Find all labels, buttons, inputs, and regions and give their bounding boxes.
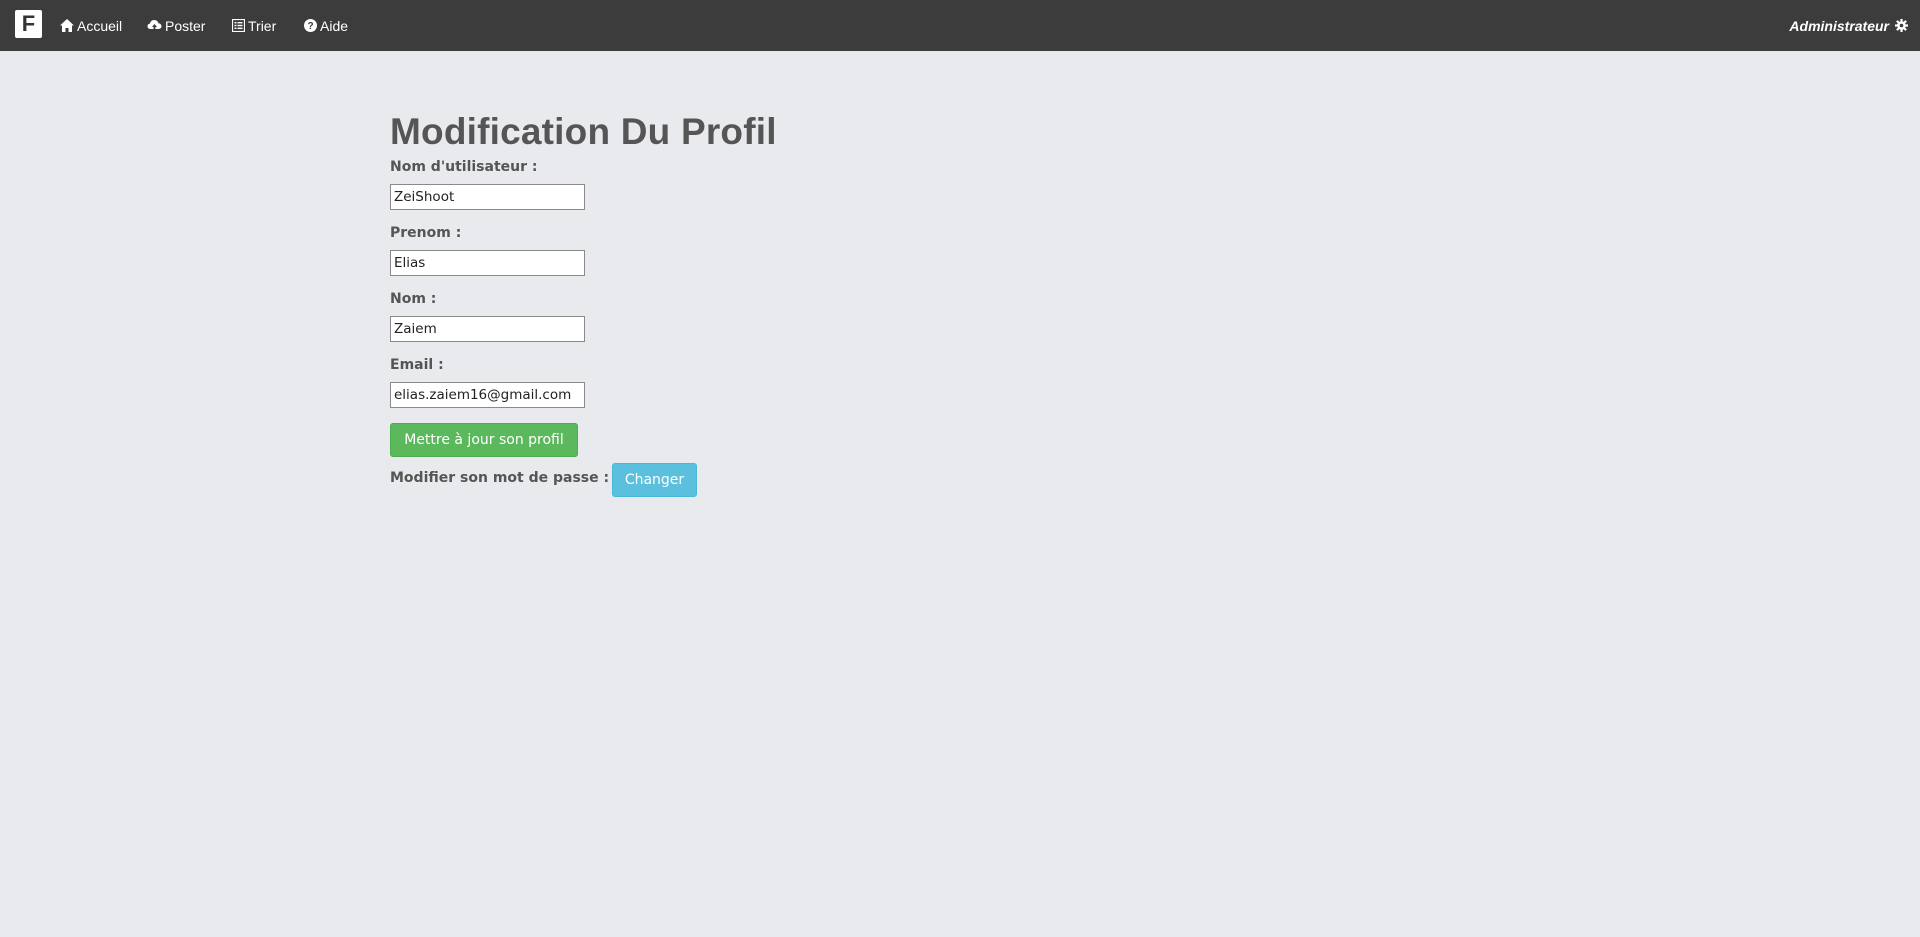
nav-item-label: Aide: [320, 17, 349, 34]
nav-item-trier[interactable]: Trier: [232, 0, 276, 51]
update-profile-button[interactable]: Mettre à jour son profil: [390, 423, 578, 457]
svg-text:?: ?: [307, 21, 313, 32]
nav-item-label: Accueil: [77, 17, 123, 34]
nav-item-aide[interactable]: ? Aide: [304, 0, 348, 51]
list-alt-icon: [232, 19, 245, 32]
user-name: Administrateur: [1789, 17, 1889, 34]
user-menu[interactable]: Administrateur: [1789, 0, 1908, 51]
gear-icon: [1895, 19, 1908, 32]
nav-item-label: Poster: [165, 17, 206, 34]
firstname-label: Prenom :: [390, 225, 462, 241]
cloud-upload-icon: [147, 20, 162, 32]
nav-item-label: Trier: [248, 17, 277, 34]
lastname-field[interactable]: [390, 316, 585, 342]
email-label: Email :: [390, 357, 444, 373]
username-label: Nom d'utilisateur :: [390, 159, 538, 175]
nav-item-poster[interactable]: Poster: [147, 0, 205, 51]
top-navbar: F Accueil Poster Trier ? Aide Administra…: [0, 0, 1920, 51]
nav-item-accueil[interactable]: Accueil: [60, 0, 122, 51]
home-icon: [60, 19, 74, 32]
firstname-field[interactable]: [390, 250, 585, 276]
lastname-label: Nom :: [390, 291, 437, 307]
username-field[interactable]: [390, 184, 585, 210]
brand-logo[interactable]: F: [15, 10, 42, 38]
change-password-button[interactable]: Changer: [612, 463, 697, 497]
password-change-label: Modifier son mot de passe :: [390, 470, 610, 486]
page-title: Modification Du Profil: [390, 111, 777, 152]
email-field[interactable]: [390, 382, 585, 408]
question-sign-icon: ?: [304, 19, 317, 32]
